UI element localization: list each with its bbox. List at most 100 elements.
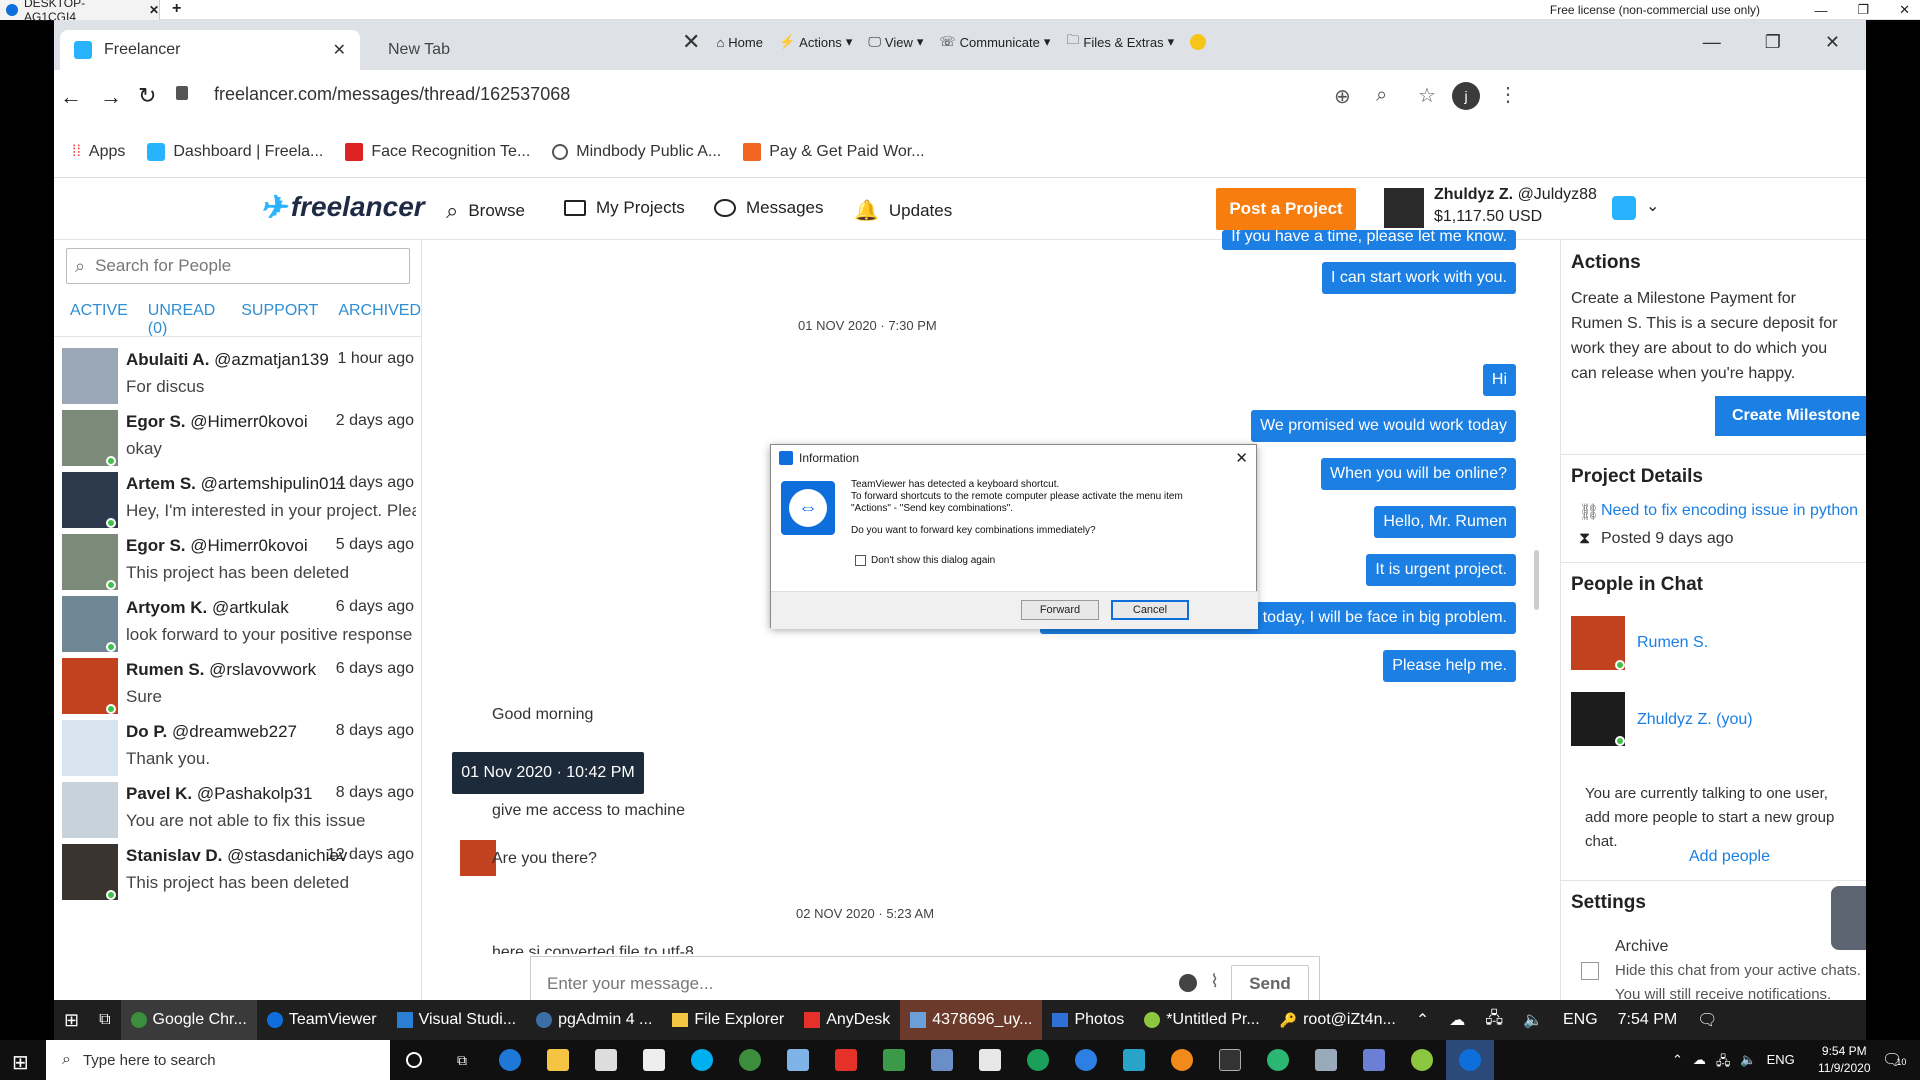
taskbar-item-vscode[interactable]: Visual Studi... xyxy=(387,1000,527,1040)
chrome-icon[interactable] xyxy=(726,1040,774,1080)
spreadsheet-icon[interactable] xyxy=(870,1040,918,1080)
profile-avatar[interactable]: j xyxy=(1452,82,1480,110)
folder-icon[interactable] xyxy=(534,1040,582,1080)
message-input[interactable]: Enter your message... xyxy=(547,974,713,994)
star-icon[interactable]: ☆ xyxy=(1418,83,1436,108)
volume-icon[interactable]: 🔈 xyxy=(1513,1000,1553,1040)
taskbar-item-photos[interactable]: Photos xyxy=(1042,1000,1134,1040)
toolbar-communicate[interactable]: ☏ Communicate ▾ xyxy=(939,34,1050,50)
nav-messages[interactable]: Messages xyxy=(714,198,823,218)
restore-icon[interactable]: ❐ xyxy=(1765,32,1781,53)
skype-icon[interactable] xyxy=(678,1040,726,1080)
user-menu[interactable]: Zhuldyz Z. @Juldyz88 $1,117.50 USD ⌄ xyxy=(1384,184,1684,234)
conversation-item[interactable]: Egor S. @Himerr0kovoi 5 days ago This proj… xyxy=(62,534,414,594)
clock[interactable]: 7:54 PM xyxy=(1608,1000,1688,1040)
nav-my-projects[interactable]: My Projects xyxy=(564,198,685,218)
bookmark-apps[interactable]: ⁞⁞ Apps xyxy=(72,143,125,161)
map-icon[interactable] xyxy=(1014,1040,1062,1080)
tab-freelancer[interactable]: Freelancer ✕ xyxy=(60,30,360,70)
task-view-icon[interactable]: ⧉ xyxy=(438,1040,486,1080)
search-people-input[interactable]: ⌕ Search for People xyxy=(66,248,410,284)
taskbar-item-untitled[interactable]: *Untitled Pr... xyxy=(1134,1000,1269,1040)
bookmark-mindbody[interactable]: Mindbody Public A... xyxy=(552,143,721,161)
forward-icon[interactable]: → xyxy=(100,84,122,110)
archive-checkbox[interactable] xyxy=(1581,962,1599,980)
network-icon[interactable]: 🖧 xyxy=(1716,1052,1731,1074)
conversation-item[interactable]: Abulaiti A. @azmatjan139 1 hour ago For di… xyxy=(62,348,414,408)
freelancer-logo[interactable]: ✈ freelancer xyxy=(260,188,425,226)
close-icon[interactable]: ✕ xyxy=(333,40,346,60)
reload-icon[interactable]: ↻ xyxy=(138,83,156,109)
emoji-icon[interactable] xyxy=(1179,974,1197,992)
toolbar-home[interactable]: ⌂ Home xyxy=(716,35,763,50)
tab-active-chats[interactable]: ACTIVE xyxy=(70,302,128,338)
taskbar-item-terminal[interactable]: 🔑 root@iZt4n... xyxy=(1270,1000,1406,1040)
post-project-button[interactable]: Post a Project xyxy=(1216,188,1356,230)
teamviewer-icon[interactable] xyxy=(1446,1040,1494,1080)
notepad-icon[interactable] xyxy=(774,1040,822,1080)
task-view-icon[interactable]: ⧉ xyxy=(89,1000,120,1040)
edge-icon[interactable] xyxy=(486,1040,534,1080)
create-milestone-button[interactable]: Create Milestone xyxy=(1715,396,1866,436)
nav-browse[interactable]: ⌕ Browse xyxy=(446,198,525,224)
tab-unread[interactable]: UNREAD (0) xyxy=(148,302,221,338)
taskbar-search[interactable]: ⌕ Type here to search xyxy=(46,1040,390,1080)
close-icon[interactable]: ✕ xyxy=(1899,2,1910,18)
taskbar-item-chrome[interactable]: Google Chr... xyxy=(120,1000,257,1040)
teamviewer-session-tab[interactable]: DESKTOP-AG1CGI4 ✕ xyxy=(0,0,160,24)
tab-support[interactable]: SUPPORT xyxy=(241,302,318,338)
scrollbar[interactable] xyxy=(1534,550,1539,610)
taskbar-item-image[interactable]: 4378696_uy... xyxy=(900,1000,1043,1040)
search-app-icon[interactable] xyxy=(1158,1040,1206,1080)
tab-archived[interactable]: ARCHIVED xyxy=(338,302,421,338)
notification-icon[interactable]: 🗨10 xyxy=(1882,1050,1906,1070)
cancel-button[interactable]: Cancel xyxy=(1111,600,1189,620)
anydesk-icon[interactable] xyxy=(822,1040,870,1080)
image-icon[interactable] xyxy=(966,1040,1014,1080)
terminal-icon[interactable] xyxy=(1206,1040,1254,1080)
project-link[interactable]: Need to fix encoding issue in python xyxy=(1601,498,1858,523)
app-icon[interactable] xyxy=(1254,1040,1302,1080)
add-people-link[interactable]: Add people xyxy=(1689,844,1770,869)
language-indicator[interactable]: ENG xyxy=(1767,1052,1795,1074)
tray-chevron-icon[interactable]: ⌃ xyxy=(1672,1052,1683,1074)
back-icon[interactable]: ← xyxy=(60,84,82,110)
database-icon[interactable] xyxy=(918,1040,966,1080)
toolbar-view[interactable]: 🖵 View ▾ xyxy=(868,34,923,50)
taskbar-item-pgadmin[interactable]: pgAdmin 4 ... xyxy=(526,1000,662,1040)
conversation-item[interactable]: Rumen S. @rslavovwork 6 days ago Sure xyxy=(62,658,414,718)
attachment-icon[interactable]: ⌇ xyxy=(1210,971,1219,992)
forward-button[interactable]: Forward xyxy=(1021,600,1099,620)
install-icon[interactable]: ⊕ xyxy=(1334,84,1351,109)
teamviewer-side-handle[interactable] xyxy=(1831,886,1866,950)
send-button[interactable]: Send xyxy=(1231,965,1309,1000)
new-session-icon[interactable]: + xyxy=(172,0,181,18)
zoom-icon[interactable]: ⌕ xyxy=(1376,84,1387,107)
taskbar-item-anydesk[interactable]: AnyDesk xyxy=(794,1000,900,1040)
conversation-item[interactable]: Pavel K. @Pashakolp31 8 days ago You are n… xyxy=(62,782,414,842)
taskbar-item-file-explorer[interactable]: File Explorer xyxy=(662,1000,794,1040)
conversation-item[interactable]: Egor S. @Himerr0kovoi 2 days ago okay xyxy=(62,410,414,470)
bookmark-pay[interactable]: Pay & Get Paid Wor... xyxy=(743,142,925,161)
notification-icon[interactable]: 🗨 xyxy=(1687,1000,1727,1040)
conversation-item[interactable]: Stanislav D. @stasdanichiev 12 days ago Th… xyxy=(62,844,414,904)
cortana-icon[interactable] xyxy=(390,1040,438,1080)
taskbar-item-teamviewer[interactable]: TeamViewer xyxy=(257,1000,387,1040)
tray-chevron-icon[interactable]: ⌃ xyxy=(1406,1000,1439,1040)
bookmark-face-recognition[interactable]: Face Recognition Te... xyxy=(345,142,530,161)
close-icon[interactable]: ✕ xyxy=(1825,32,1840,53)
network-app-icon[interactable] xyxy=(1302,1040,1350,1080)
url-field[interactable]: freelancer.com/messages/thread/162537068 xyxy=(214,84,570,105)
dont-show-checkbox[interactable] xyxy=(855,555,866,566)
person-you[interactable]: Zhuldyz Z. (you) xyxy=(1637,707,1753,732)
magnifier-app-icon[interactable] xyxy=(1110,1040,1158,1080)
arrow-app-icon[interactable] xyxy=(1062,1040,1110,1080)
smiley-icon[interactable] xyxy=(1190,34,1207,50)
start-icon[interactable]: ⊞ xyxy=(54,1000,89,1040)
vector-app-icon[interactable] xyxy=(1350,1040,1398,1080)
menu-icon[interactable]: ⋮ xyxy=(1498,82,1518,107)
minimize-icon[interactable]: — xyxy=(1814,3,1827,18)
toolbar-actions[interactable]: ⚡ Actions ▾ xyxy=(779,34,852,50)
language-indicator[interactable]: ENG xyxy=(1553,1000,1608,1040)
conversation-item[interactable]: Artem S. @artemshipulin011 4 days ago Hey,… xyxy=(62,472,416,532)
